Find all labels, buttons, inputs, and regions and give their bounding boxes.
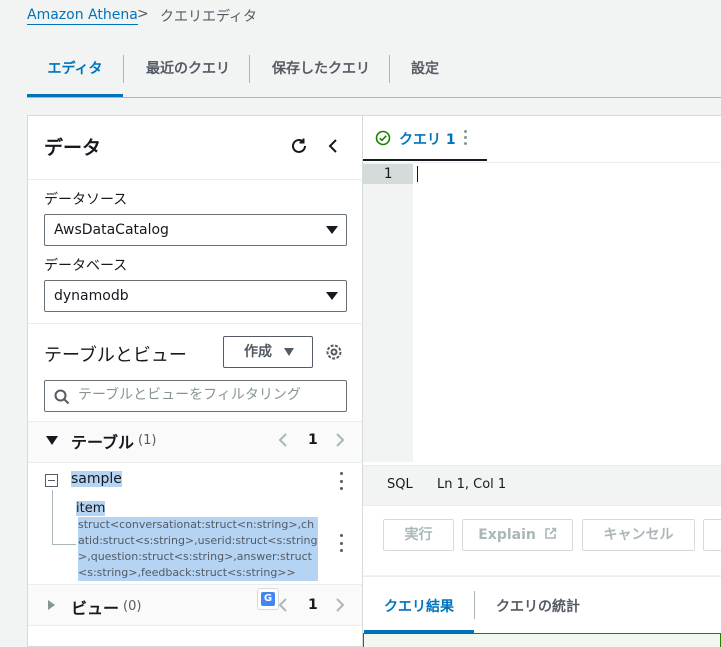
query-tab-menu-icon[interactable] bbox=[461, 130, 469, 145]
divider bbox=[28, 323, 362, 324]
collapse-tree-icon[interactable] bbox=[45, 474, 58, 487]
tab-editor[interactable]: エディタ bbox=[27, 45, 123, 97]
views-count: (0) bbox=[123, 599, 142, 614]
tables-label: テーブル bbox=[71, 433, 135, 452]
caret-down-icon bbox=[284, 348, 294, 356]
breadcrumb-current: クエリエディタ bbox=[160, 9, 258, 25]
line-number: 1 bbox=[363, 164, 413, 184]
tab-query-stats[interactable]: クエリの統計 bbox=[496, 596, 580, 616]
main-tabs: エディタ 最近のクエリ 保存したクエリ 設定 bbox=[27, 45, 721, 98]
cancel-button[interactable]: キャンセル bbox=[582, 519, 695, 551]
create-button-label: 作成 bbox=[244, 344, 272, 360]
database-value: dynamodb bbox=[54, 288, 129, 304]
tab-saved-queries[interactable]: 保存したクエリ bbox=[253, 45, 389, 97]
column-actions-menu-icon[interactable] bbox=[337, 534, 345, 552]
tables-views-title: テーブルとビュー bbox=[44, 345, 187, 366]
query-tab-label: クエリ 1 bbox=[399, 132, 456, 148]
tab-query-results-label: クエリ結果 bbox=[384, 599, 454, 615]
database-select[interactable]: dynamodb bbox=[44, 280, 347, 312]
breadcrumb-separator: > bbox=[137, 6, 149, 22]
tree-line bbox=[52, 544, 76, 545]
caret-down-icon[interactable] bbox=[46, 436, 58, 445]
text-cursor bbox=[417, 166, 418, 182]
filter-field[interactable] bbox=[78, 387, 338, 403]
create-button[interactable]: 作成 bbox=[223, 336, 313, 368]
table-name-sample[interactable]: sample bbox=[71, 471, 122, 487]
check-circle-icon bbox=[375, 130, 391, 146]
explain-button[interactable]: Explain bbox=[462, 519, 573, 551]
run-button[interactable]: 実行 bbox=[383, 519, 454, 551]
divider bbox=[28, 179, 362, 180]
line-gutter bbox=[363, 162, 413, 462]
search-icon bbox=[54, 389, 70, 405]
tab-settings[interactable]: 設定 bbox=[393, 45, 457, 97]
chevron-left-icon[interactable] bbox=[278, 597, 288, 617]
sql-editor-input[interactable] bbox=[413, 163, 721, 461]
tab-divider bbox=[389, 55, 390, 83]
datasource-label: データソース bbox=[44, 192, 128, 208]
status-cursor-position: Ln 1, Col 1 bbox=[437, 477, 507, 492]
tab-divider bbox=[123, 55, 124, 83]
settings-gear-icon[interactable] bbox=[323, 341, 345, 363]
chevron-right-icon[interactable] bbox=[335, 432, 345, 452]
datasource-select[interactable]: AwsDataCatalog bbox=[44, 214, 347, 246]
tree-line bbox=[52, 490, 53, 544]
tab-divider bbox=[249, 55, 250, 83]
divider bbox=[28, 625, 362, 626]
tables-page-number[interactable]: 1 bbox=[308, 432, 318, 448]
views-page-number[interactable]: 1 bbox=[308, 597, 318, 613]
views-label: ビュー bbox=[71, 599, 120, 618]
database-label: データベース bbox=[44, 258, 128, 274]
tab-divider bbox=[474, 591, 475, 619]
caret-down-icon bbox=[326, 226, 338, 234]
chevron-left-icon[interactable] bbox=[278, 432, 288, 452]
data-panel-title: データ bbox=[44, 137, 102, 159]
result-status-banner bbox=[363, 633, 721, 647]
column-type: struct<conversationat:struct<n:string>,c… bbox=[78, 517, 318, 581]
chevron-right-icon[interactable] bbox=[335, 597, 345, 617]
data-panel: データ データソース AwsDataCatalog データベース dynamod… bbox=[27, 115, 363, 647]
divider bbox=[28, 462, 362, 463]
explain-label: Explain bbox=[478, 527, 536, 543]
status-language: SQL bbox=[387, 477, 413, 492]
tab-recent-queries[interactable]: 最近のクエリ bbox=[127, 45, 249, 97]
more-button[interactable] bbox=[703, 519, 721, 551]
collapse-panel-icon[interactable] bbox=[322, 135, 344, 157]
caret-right-icon[interactable] bbox=[48, 600, 55, 610]
refresh-icon[interactable] bbox=[288, 135, 310, 157]
query-actions: 実行 Explain キャンセル bbox=[363, 505, 721, 575]
filter-tables-input[interactable] bbox=[44, 380, 347, 412]
results-panel: クエリ結果 クエリの統計 bbox=[363, 576, 721, 647]
tables-count: (1) bbox=[138, 433, 157, 448]
query-editor: クエリ 1 1 bbox=[363, 115, 721, 465]
caret-down-icon bbox=[326, 292, 338, 300]
translate-icon[interactable]: G bbox=[257, 588, 279, 610]
external-link-icon bbox=[544, 527, 557, 539]
editor-status-bar: SQL Ln 1, Col 1 bbox=[363, 465, 721, 505]
datasource-value: AwsDataCatalog bbox=[54, 222, 169, 238]
column-name-item[interactable]: item bbox=[76, 501, 106, 516]
breadcrumb-athena-link[interactable]: Amazon Athena bbox=[27, 6, 138, 25]
table-actions-menu-icon[interactable] bbox=[337, 472, 345, 490]
